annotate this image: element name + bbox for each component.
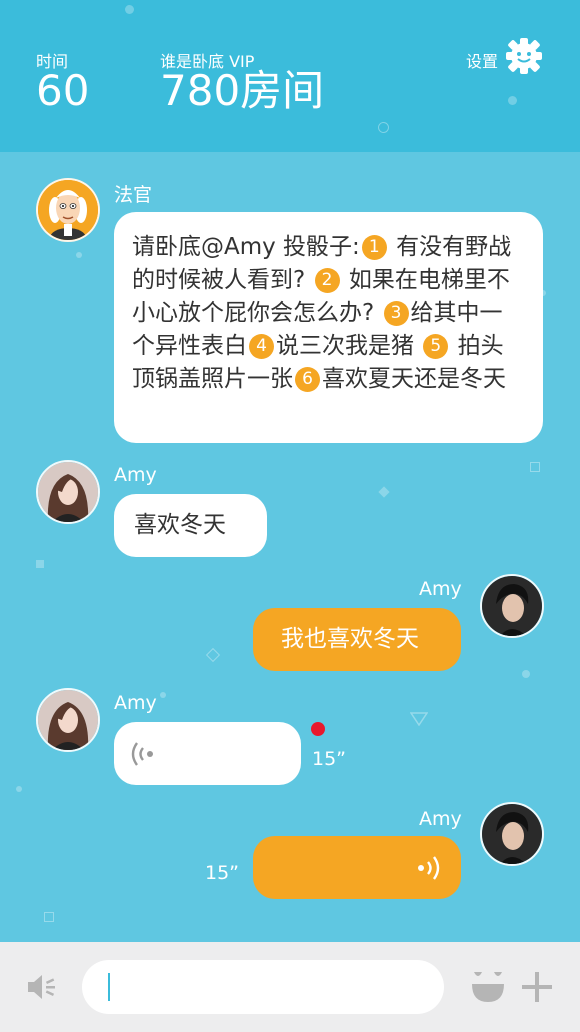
- unread-dot: [311, 722, 325, 736]
- decor-square: [44, 912, 54, 922]
- speaker-icon[interactable]: [26, 972, 58, 1002]
- settings-gear-icon[interactable]: [504, 36, 544, 76]
- option-number-badge: 1: [361, 235, 387, 260]
- message-input[interactable]: [82, 960, 444, 1014]
- decor-dot: [16, 786, 22, 792]
- message-text: 请卧底@Amy 投骰子:: [132, 234, 360, 260]
- chat-area[interactable]: 法官 请卧底@Amy 投骰子: 1 有没有野战的时候被人看到? 2 如果在电梯里不…: [0, 152, 580, 942]
- room-header: 时间 60 谁是卧底 VIP 780房间 设置: [0, 0, 580, 152]
- option-number-badge: 2: [314, 268, 340, 293]
- decor-dot: [76, 252, 82, 258]
- room-number: 780房间: [160, 66, 325, 115]
- voice-wave-icon: [418, 856, 440, 880]
- male-avatar[interactable]: [480, 802, 544, 866]
- female-avatar[interactable]: [36, 688, 100, 752]
- voice-duration: 15”: [312, 748, 347, 770]
- voice-duration: 15”: [205, 862, 240, 884]
- sender-name: Amy: [419, 578, 462, 600]
- message-bubble[interactable]: 喜欢冬天: [114, 494, 267, 557]
- settings-label[interactable]: 设置: [466, 48, 498, 72]
- decor-dot: [522, 670, 530, 678]
- decor-dot: [125, 5, 134, 14]
- sender-name: Amy: [114, 464, 157, 486]
- option-number-badge: 3: [383, 301, 409, 326]
- decor-square: [530, 462, 540, 472]
- emoji-icon[interactable]: [470, 970, 506, 1004]
- sender-name: Amy: [114, 692, 157, 714]
- message-bubble[interactable]: 我也喜欢冬天: [253, 608, 461, 671]
- female-avatar[interactable]: [36, 460, 100, 524]
- time-value: 60: [36, 66, 90, 115]
- decor-triangle: [410, 712, 428, 726]
- option-number-badge: 5: [423, 334, 449, 359]
- decor-circle: [378, 122, 389, 133]
- voice-wave-icon: [131, 742, 153, 766]
- message-text: 喜欢夏天还是冬天: [322, 366, 506, 392]
- male-avatar[interactable]: [480, 574, 544, 638]
- decor-dot: [160, 692, 166, 698]
- judge-message-bubble[interactable]: 请卧底@Amy 投骰子: 1 有没有野战的时候被人看到? 2 如果在电梯里不小心放…: [114, 212, 543, 443]
- sender-name: 法官: [114, 184, 153, 206]
- option-number-badge: 6: [295, 367, 320, 392]
- decor-diamond: [205, 647, 221, 663]
- option-number-badge: 4: [249, 334, 274, 359]
- plus-icon[interactable]: [520, 970, 554, 1004]
- voice-message-bubble[interactable]: [253, 836, 461, 899]
- voice-message-bubble[interactable]: [114, 722, 301, 785]
- text-caret: [108, 973, 110, 1001]
- decor-dot: [508, 96, 517, 105]
- input-bar: [0, 942, 580, 1032]
- decor-dot: [36, 560, 44, 568]
- sender-name: Amy: [419, 808, 462, 830]
- decor-diamond: [378, 486, 390, 498]
- judge-avatar[interactable]: [36, 178, 100, 242]
- message-text: 说三次我是猪: [276, 333, 422, 359]
